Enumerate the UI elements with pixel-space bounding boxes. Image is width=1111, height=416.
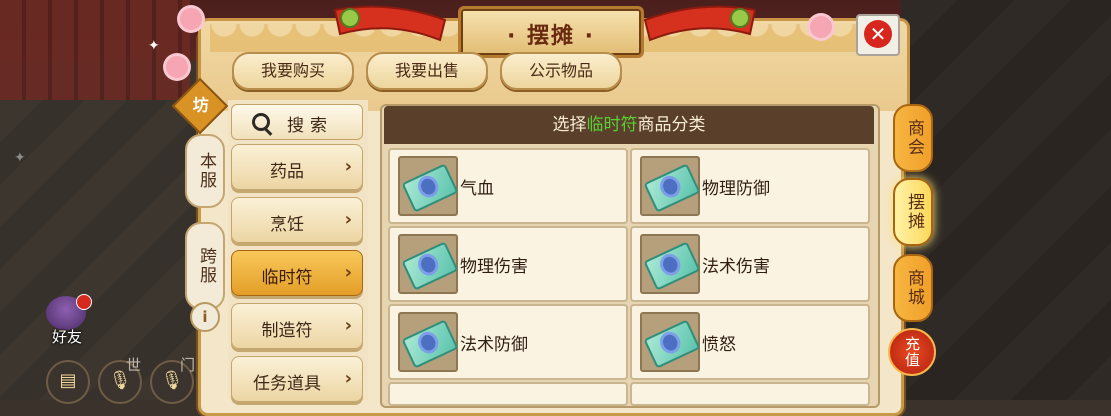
tab-chamber-of-commerce[interactable]: 商会 bbox=[893, 104, 933, 172]
landscape-decoration bbox=[690, 60, 880, 100]
talisman-icon bbox=[398, 312, 459, 372]
chevron-right-icon: › bbox=[344, 156, 352, 177]
chevron-right-icon: › bbox=[344, 368, 352, 389]
window-title: · 摆摊 · bbox=[506, 24, 596, 49]
tab-local-server[interactable]: 本服 bbox=[185, 134, 225, 208]
tab-buy[interactable]: 我要购买 bbox=[232, 52, 354, 90]
ribbon-right-decoration bbox=[643, 5, 757, 42]
category-label: 制造符 bbox=[261, 321, 313, 341]
category-label: 烹饪 bbox=[270, 215, 304, 235]
category-cooking[interactable]: 烹饪 › bbox=[231, 197, 363, 243]
talisman-icon bbox=[640, 156, 701, 216]
grid-header-suffix: 商品分类 bbox=[637, 115, 706, 135]
item-cell[interactable] bbox=[630, 382, 870, 406]
flower-decoration bbox=[180, 8, 202, 30]
chat-icon: ▤ bbox=[59, 370, 77, 391]
item-cell[interactable]: 物理伤害 bbox=[388, 226, 628, 302]
item-name: 法术伤害 bbox=[702, 257, 770, 277]
friends-label: 好友 bbox=[51, 328, 82, 346]
talisman-icon bbox=[640, 312, 701, 372]
search-icon bbox=[252, 113, 270, 131]
window-title-plate: · 摆摊 · bbox=[458, 6, 644, 58]
item-cell[interactable]: 法术防御 bbox=[388, 304, 628, 380]
item-name: 物理防御 bbox=[702, 179, 770, 199]
chevron-right-icon: › bbox=[344, 209, 352, 230]
talisman-icon bbox=[398, 234, 459, 294]
grid-header-highlight: 临时符 bbox=[586, 115, 638, 135]
chevron-right-icon: › bbox=[344, 315, 352, 336]
friends-button[interactable]: 好友 bbox=[42, 294, 92, 352]
item-cell[interactable]: 物理防御 bbox=[630, 148, 870, 224]
category-medicine[interactable]: 药品 › bbox=[231, 144, 363, 190]
chat-button[interactable]: ▤ bbox=[46, 360, 90, 404]
wall-decoration bbox=[0, 0, 190, 100]
item-cell[interactable]: 愤怒 bbox=[630, 304, 870, 380]
item-name: 愤怒 bbox=[702, 335, 736, 355]
category-temporary-talisman[interactable]: 临时符 › bbox=[231, 250, 363, 296]
grid-header-prefix: 选择 bbox=[552, 115, 587, 135]
tab-stall[interactable]: 摆摊 bbox=[893, 178, 933, 246]
item-name: 物理伤害 bbox=[460, 257, 528, 277]
team-channel-label: 门 bbox=[180, 356, 196, 374]
category-crafting-talisman[interactable]: 制造符 › bbox=[231, 303, 363, 349]
tab-public-items[interactable]: 公示物品 bbox=[500, 52, 622, 90]
notification-dot bbox=[76, 294, 92, 310]
category-quest-items[interactable]: 任务道具 › bbox=[231, 356, 363, 402]
tab-cross-server[interactable]: 跨服 bbox=[185, 222, 225, 310]
item-cell[interactable]: 法术伤害 bbox=[630, 226, 870, 302]
search-label: 搜索 bbox=[287, 116, 333, 136]
flower-decoration bbox=[810, 16, 832, 38]
category-label: 临时符 bbox=[261, 268, 313, 288]
item-name: 气血 bbox=[460, 179, 494, 199]
world-channel-label: 世 bbox=[126, 356, 142, 374]
recharge-button[interactable]: 充值 bbox=[888, 328, 936, 376]
category-label: 药品 bbox=[270, 162, 304, 182]
flower-decoration bbox=[166, 56, 188, 78]
talisman-icon bbox=[640, 234, 701, 294]
info-icon[interactable]: i bbox=[190, 302, 220, 332]
close-button[interactable]: ✕ bbox=[856, 14, 900, 56]
search-button[interactable]: 搜索 bbox=[231, 104, 363, 140]
grid-header: 选择临时符商品分类 bbox=[384, 106, 874, 144]
item-cell[interactable] bbox=[388, 382, 628, 406]
tab-sell[interactable]: 我要出售 bbox=[366, 52, 488, 90]
talisman-icon bbox=[398, 156, 459, 216]
chevron-right-icon: › bbox=[344, 262, 352, 283]
item-name: 法术防御 bbox=[460, 335, 528, 355]
category-label: 任务道具 bbox=[253, 374, 321, 394]
close-icon: ✕ bbox=[864, 20, 892, 48]
sparkle-icon: ✦ bbox=[14, 150, 26, 166]
ribbon-left-decoration bbox=[333, 5, 447, 42]
sparkle-icon: ✦ bbox=[148, 38, 160, 54]
item-cell[interactable]: 气血 bbox=[388, 148, 628, 224]
tab-mall[interactable]: 商城 bbox=[893, 254, 933, 322]
